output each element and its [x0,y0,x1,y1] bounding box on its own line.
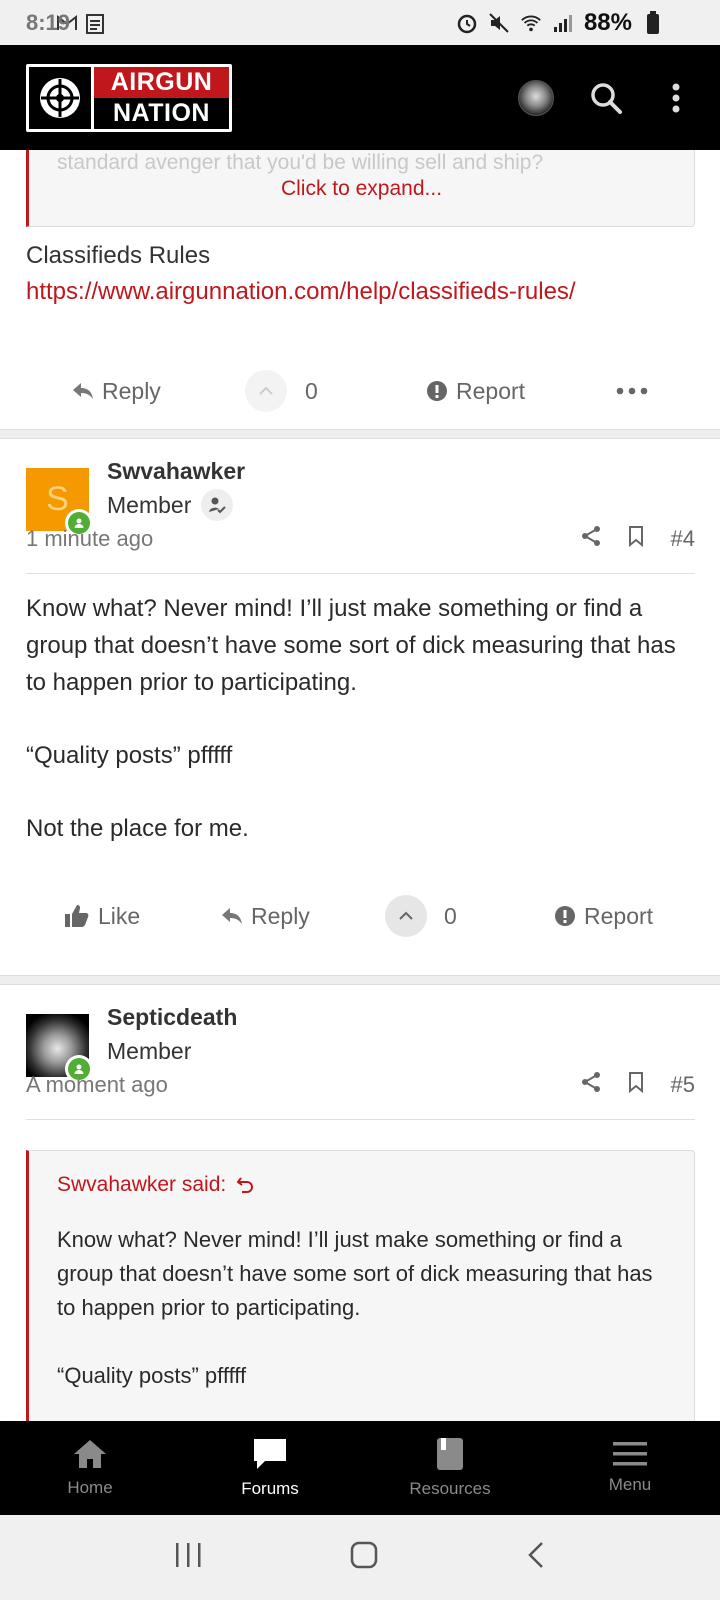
upvote-button[interactable] [245,366,287,416]
chevron-up-icon [399,911,413,920]
rules-link[interactable]: https://www.airgunnation.com/help/classi… [26,278,576,306]
alert-icon [427,381,447,401]
verified-user-icon [201,489,234,521]
mute-icon [488,12,510,34]
account-avatar[interactable] [518,79,554,116]
reply-button[interactable]: Reply [221,891,310,941]
post4-paragraph: “Quality posts” pfffff [26,742,233,769]
post4-username[interactable]: Swvahawker [107,458,245,485]
collapsed-quote: standard avenger that you'd be willing s… [26,150,695,227]
system-nav-bar [0,1515,720,1600]
nav-resources[interactable]: Resources [360,1421,540,1515]
book-icon [437,1438,463,1470]
search-icon [591,82,622,114]
post4-paragraph: Know what? Never mind! I’ll just make so… [26,595,676,696]
battery-icon [642,10,664,34]
home-square-icon [350,1541,378,1569]
post5-username[interactable]: Septicdeath [107,1004,237,1031]
post4-user-title: Member [107,489,234,521]
quote-paragraph: “Quality posts” pfffff [57,1363,247,1388]
more-actions-button[interactable] [616,366,648,416]
post5-number[interactable]: #5 [671,1072,695,1098]
rules-title: Classifieds Rules [26,242,211,269]
bookmark-icon[interactable] [627,1071,645,1099]
quote-text: Know what? Never mind! I’ll just make so… [57,1223,677,1421]
bookmark-icon[interactable] [627,525,645,553]
post5-time[interactable]: A moment ago [26,1072,168,1098]
share-icon[interactable] [581,525,601,553]
post-actions: Reply 0 Report [0,366,720,416]
quote-attribution[interactable]: Swvahawker said: [57,1173,256,1197]
back-button[interactable] [525,1540,547,1575]
report-button[interactable]: Report [554,891,653,941]
post4-body: Know what? Never mind! I’ll just make so… [26,590,696,883]
signal-icon [552,12,574,34]
quote-paragraph: Know what? Never mind! I’ll just make so… [57,1227,653,1320]
quote-faded-text: standard avenger that you'd be willing s… [57,151,544,174]
clock: 8:19 [26,9,71,35]
nav-forums[interactable]: Forums [180,1421,360,1515]
post5-user-title: Member [107,1038,192,1064]
battery-percent: 88% [583,8,632,36]
chevron-up-icon [259,386,273,395]
ellipsis-icon [616,387,648,395]
post-header-divider [26,573,695,574]
clipboard-icon [84,12,106,34]
thread-content[interactable]: standard avenger that you'd be willing s… [0,150,720,1421]
post5-quote: Swvahawker said: Know what? Never mind! … [26,1150,695,1421]
reply-icon [73,383,93,399]
more-options-button[interactable] [658,80,694,116]
logo-text-bottom: NATION [94,97,229,129]
reply-icon [222,908,242,924]
nav-home[interactable]: Home [0,1421,180,1515]
share-icon[interactable] [581,1071,601,1099]
vote-count: 0 [305,377,318,404]
post-separator [0,429,720,439]
click-to-expand-link[interactable]: Click to expand... [29,177,694,201]
hamburger-icon [613,1442,647,1466]
vote-count: 0 [444,902,457,929]
reply-button[interactable]: Reply [72,366,161,416]
wifi-icon [520,12,542,34]
crosshair-icon [29,66,91,129]
recent-apps-button[interactable] [173,1541,203,1574]
bottom-nav: Home Forums Resources Menu [0,1421,720,1515]
post4-actions: Like Reply 0 Report [0,891,720,941]
post5-avatar[interactable] [26,1014,93,1083]
home-icon [74,1440,106,1468]
post4-number[interactable]: #4 [671,526,695,552]
nav-menu[interactable]: Menu [540,1421,720,1515]
post5-tools: #5 [581,1071,695,1099]
post-header-divider [26,1119,695,1120]
back-chevron-icon [528,1542,543,1568]
chat-icon [254,1439,286,1469]
post4-tools: #4 [581,525,695,553]
site-logo[interactable]: AIRGUN NATION [26,63,232,132]
home-button[interactable] [349,1540,379,1575]
thumbs-up-icon [65,905,89,927]
logo-text-top: AIRGUN [94,66,229,98]
report-button[interactable]: Report [426,366,525,416]
status-bar: 8:19 88% [0,0,720,45]
jump-to-quote-icon [236,1177,254,1193]
search-button[interactable] [588,80,624,116]
post4-avatar[interactable]: S [26,468,93,537]
alarm-icon [456,12,478,34]
recents-icon [176,1543,201,1567]
post4-time[interactable]: 1 minute ago [26,526,153,552]
kebab-icon [672,83,680,112]
upvote-button[interactable] [385,891,427,941]
alert-icon [555,906,575,926]
like-button[interactable]: Like [64,891,140,941]
post4-paragraph: Not the place for me. [26,815,249,842]
site-header: AIRGUN NATION [0,45,720,150]
post-separator [0,975,720,985]
